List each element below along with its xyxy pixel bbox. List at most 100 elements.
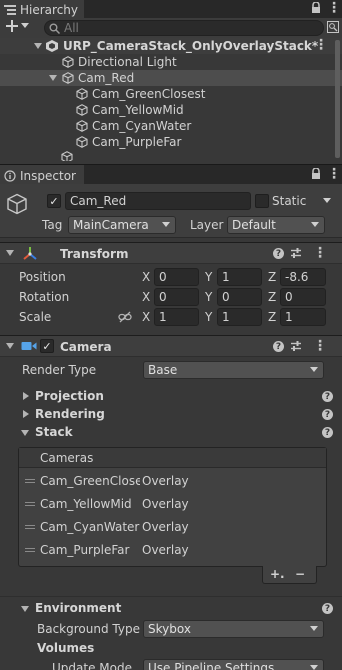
scene-name: URP_CameraStack_OnlyOverlayStack* xyxy=(63,39,319,53)
rendering-foldout-icon[interactable] xyxy=(23,410,29,418)
link-icon[interactable] xyxy=(118,311,132,326)
transform-title: Transform xyxy=(60,247,129,261)
help-icon[interactable]: ? xyxy=(322,391,333,402)
tag-label: Tag xyxy=(42,218,63,232)
scale-label: Scale xyxy=(19,310,52,324)
add-camera-button[interactable]: +. xyxy=(270,567,285,581)
chevron-down-icon xyxy=(311,222,319,227)
cam-red-foldout-icon[interactable] xyxy=(49,75,57,81)
preset-icon[interactable] xyxy=(290,247,302,262)
position-z-input[interactable]: -8.6 xyxy=(280,268,326,286)
position-x-input[interactable]: 0 xyxy=(154,268,199,286)
search-by-type-icon[interactable] xyxy=(327,21,339,36)
help-icon[interactable]: ? xyxy=(322,409,333,420)
chevron-down-icon xyxy=(162,222,170,227)
rotation-x-input[interactable]: 0 xyxy=(154,288,199,306)
rotation-y-input[interactable]: 0 xyxy=(217,288,262,306)
hierarchy-partial-row xyxy=(61,151,75,161)
unity-scene-icon xyxy=(46,40,58,55)
transform-kebab-icon[interactable]: ⋮ xyxy=(313,246,327,260)
active-checkbox[interactable]: ✓ xyxy=(47,194,61,208)
tag-dropdown[interactable]: MainCamera xyxy=(68,216,176,234)
object-name-value: Cam_Red xyxy=(70,194,127,208)
inspector-kebab-icon[interactable]: ⋮ xyxy=(327,167,341,181)
hierarchy-search-input[interactable]: All xyxy=(44,20,324,36)
camera-kebab-icon[interactable]: ⋮ xyxy=(313,339,327,353)
static-checkbox[interactable] xyxy=(255,194,269,208)
hierarchy-kebab-icon[interactable]: ⋮ xyxy=(327,1,341,15)
hierarchy-list-icon xyxy=(4,4,16,16)
help-icon[interactable]: ? xyxy=(273,341,284,352)
hierarchy-item-cam-purplefar[interactable]: Cam_PurpleFar xyxy=(76,134,181,150)
scale-z-value: 1 xyxy=(285,310,293,324)
help-icon[interactable]: ? xyxy=(322,427,333,438)
tab-inspector[interactable]: Inspector xyxy=(0,165,84,184)
stack-camera-type: Overlay xyxy=(142,520,189,534)
render-type-dropdown[interactable]: Base xyxy=(143,361,324,379)
drag-handle-icon[interactable] xyxy=(25,479,35,483)
render-type-label: Render Type xyxy=(22,363,97,377)
scale-x-value: 1 xyxy=(159,310,167,324)
scale-z-input[interactable]: 1 xyxy=(280,308,326,326)
projection-foldout-icon[interactable] xyxy=(23,392,29,400)
gameobject-cube-icon xyxy=(76,136,88,148)
chevron-down-icon xyxy=(310,367,318,372)
hierarchy-item-cam-greenclosest[interactable]: Cam_GreenClosest xyxy=(76,86,205,102)
camera-foldout-icon[interactable] xyxy=(6,343,14,349)
hierarchy-lock-icon[interactable] xyxy=(311,1,321,17)
help-icon[interactable]: ? xyxy=(273,248,284,259)
position-x-value: 0 xyxy=(159,270,167,284)
background-type-dropdown[interactable]: Skybox xyxy=(143,620,324,638)
hierarchy-item-directional-light[interactable]: Directional Light xyxy=(62,54,177,70)
remove-camera-button[interactable]: − xyxy=(295,567,305,581)
hierarchy-item-label: Cam_Red xyxy=(78,71,135,85)
object-name-input[interactable]: Cam_Red xyxy=(65,192,251,210)
hierarchy-item-label: Directional Light xyxy=(78,55,177,69)
list-item[interactable]: Cam_CyanWater Overlay xyxy=(20,518,325,538)
layer-dropdown[interactable]: Default xyxy=(227,216,325,234)
inspector-lock-icon[interactable] xyxy=(311,167,321,183)
update-mode-label: Update Mode xyxy=(52,661,132,670)
position-z-value: -8.6 xyxy=(285,270,309,284)
stack-camera-type: Overlay xyxy=(142,543,189,557)
hierarchy-item-label: Cam_PurpleFar xyxy=(92,135,182,149)
hierarchy-item-cam-cyanwater[interactable]: Cam_CyanWater xyxy=(76,118,191,134)
scale-x-input[interactable]: 1 xyxy=(154,308,199,326)
drag-handle-icon[interactable] xyxy=(25,548,35,552)
list-item[interactable]: Cam_GreenClosest Overlay xyxy=(20,472,325,492)
static-dropdown-icon[interactable] xyxy=(323,198,331,203)
camera-enabled-checkbox[interactable]: ✓ xyxy=(40,339,54,353)
static-label: Static xyxy=(272,194,307,208)
hierarchy-item-cam-yellowmid[interactable]: Cam_YellowMid xyxy=(76,102,184,118)
stack-foldout-icon[interactable] xyxy=(21,430,29,436)
scale-z-axis-label: Z xyxy=(268,310,277,324)
rotation-z-input[interactable]: 0 xyxy=(280,288,326,306)
stack-camera-name: Cam_YellowMid xyxy=(40,497,132,511)
hierarchy-item-label: Cam_CyanWater xyxy=(92,119,192,133)
tab-hierarchy[interactable]: Hierarchy xyxy=(0,0,84,18)
search-placeholder: All xyxy=(64,21,79,35)
position-z-axis-label: Z xyxy=(268,270,277,284)
position-y-input[interactable]: 1 xyxy=(217,268,262,286)
stack-camera-type: Overlay xyxy=(142,474,189,488)
scene-foldout-icon[interactable] xyxy=(34,43,42,49)
update-mode-dropdown[interactable]: Use Pipeline Settings xyxy=(143,659,324,670)
transform-foldout-icon[interactable] xyxy=(6,250,14,256)
stack-camera-name: Cam_CyanWater xyxy=(40,520,140,534)
background-type-label: Background Type xyxy=(37,622,140,636)
scene-kebab-icon[interactable]: ⋮ xyxy=(314,38,328,52)
hierarchy-scrollbar[interactable] xyxy=(335,40,340,158)
hierarchy-item-cam-red[interactable]: Cam_Red xyxy=(62,70,134,86)
list-item[interactable]: Cam_PurpleFar Overlay xyxy=(20,541,325,561)
drag-handle-icon[interactable] xyxy=(25,502,35,506)
help-icon[interactable]: ? xyxy=(322,603,333,614)
scene-row[interactable]: URP_CameraStack_OnlyOverlayStack* ⋮ xyxy=(0,38,342,54)
drag-handle-icon[interactable] xyxy=(25,525,35,529)
rendering-label: Rendering xyxy=(35,407,105,421)
list-item[interactable]: Cam_YellowMid Overlay xyxy=(20,495,325,515)
preset-icon[interactable] xyxy=(290,340,302,355)
environment-foldout-icon[interactable] xyxy=(21,606,29,612)
scale-y-input[interactable]: 1 xyxy=(217,308,262,326)
scale-y-value: 1 xyxy=(222,310,230,324)
create-plus-icon[interactable] xyxy=(6,20,29,32)
